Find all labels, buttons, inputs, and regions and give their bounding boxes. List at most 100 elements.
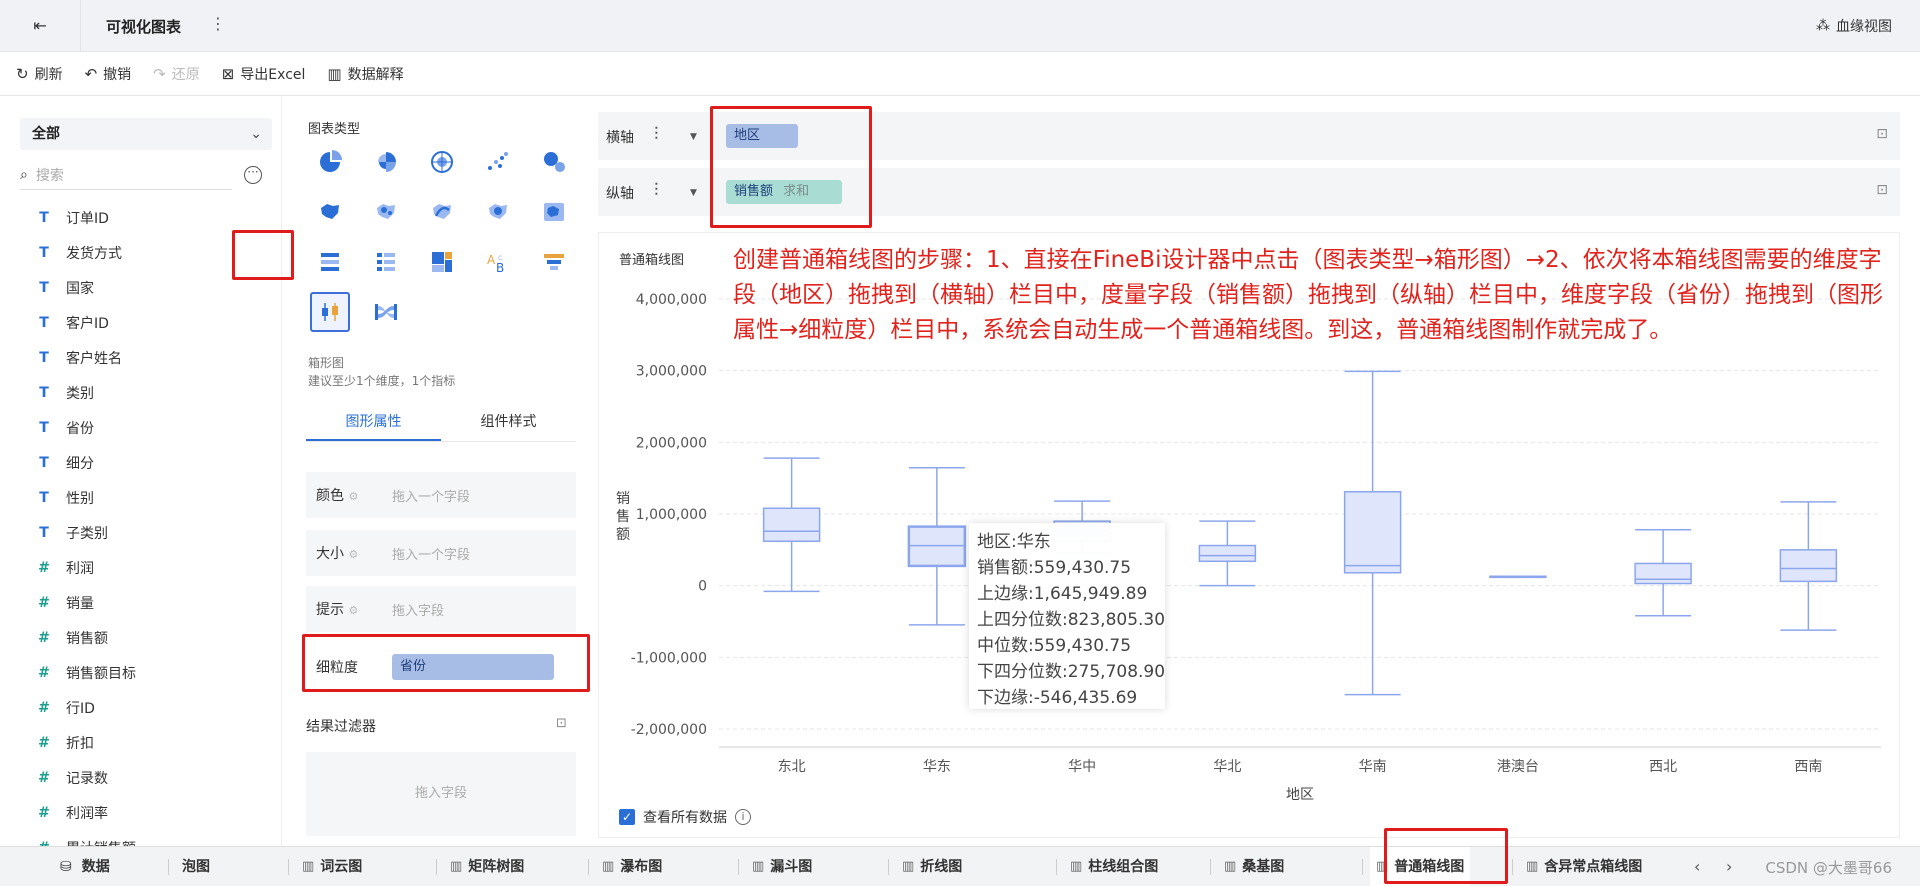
field-item[interactable]: # 利润 <box>36 550 266 585</box>
field-item[interactable]: T 发货方式 <box>36 235 266 270</box>
region-map-icon[interactable] <box>310 192 350 232</box>
lineage-view-button[interactable]: ⁂ 血缘视图 <box>1816 16 1892 36</box>
info-icon[interactable]: i <box>735 809 751 825</box>
chevron-right-icon[interactable]: › <box>1726 847 1732 886</box>
field-item[interactable]: # 利润率 <box>36 795 266 830</box>
caret-down-icon[interactable]: ▼ <box>690 132 697 142</box>
redo-button[interactable]: ↷ 还原 <box>153 64 200 84</box>
search-input[interactable]: ⌕ 搜索 <box>20 160 232 190</box>
heat-map-icon[interactable] <box>478 192 518 232</box>
sheet-tab[interactable]: ▥ 含异常点箱线图 <box>1520 847 1648 886</box>
field-item[interactable]: # 销售额目标 <box>36 655 266 690</box>
export-excel-button[interactable]: ⊠ 导出Excel <box>222 64 306 84</box>
tooltip-drop-zone[interactable]: 拖入字段 <box>392 600 444 619</box>
more-icon[interactable]: ⋮ <box>210 14 226 33</box>
sheet-tab[interactable]: ▥ 普通箱线图 <box>1370 847 1471 886</box>
filter-drop-zone[interactable]: 拖入字段 <box>306 752 576 836</box>
treemap-icon[interactable] <box>422 242 462 282</box>
funnel-chart-icon[interactable] <box>534 242 574 282</box>
word-cloud-icon[interactable]: ABc <box>478 242 518 282</box>
axis-type-icon[interactable]: ⫶ <box>654 124 659 145</box>
tab-graphic-attributes[interactable]: 图形属性 <box>306 402 441 441</box>
tab-component-style[interactable]: 组件样式 <box>441 402 576 441</box>
color-attribute-row[interactable]: 颜色 ⚙ 拖入一个字段 <box>306 472 576 518</box>
view-all-data-toggle[interactable]: ✓ 查看所有数据 i <box>619 807 751 827</box>
field-item[interactable]: T 国家 <box>36 270 266 305</box>
granularity-field-pill[interactable]: 省份 <box>392 654 554 680</box>
field-item[interactable]: T 细分 <box>36 445 266 480</box>
field-item[interactable]: #累计销售额 <box>36 830 266 847</box>
flow-map-icon[interactable] <box>422 192 462 232</box>
size-attribute-row[interactable]: 大小 ⚙ 拖入一个字段 <box>306 530 576 576</box>
bubble-chart-icon[interactable] <box>534 142 574 182</box>
lock-icon[interactable]: ⊡ <box>1876 126 1888 142</box>
x-axis-shelf[interactable]: 横轴 ⫶ ▼ 地区 ⊡ <box>598 112 1900 160</box>
field-item[interactable]: T 客户ID <box>36 305 266 340</box>
field-item[interactable]: T 子类别 <box>36 515 266 550</box>
axis-type-icon[interactable]: ⫶ <box>654 180 659 201</box>
undo-button[interactable]: ↶ 撤销 <box>85 64 132 84</box>
box-plot-icon[interactable] <box>310 292 350 332</box>
radar-chart-icon[interactable] <box>422 142 462 182</box>
sheet-tab[interactable]: ▥ 漏斗图 <box>746 847 818 886</box>
field-name: 销量 <box>66 595 94 612</box>
pie-chart-icon[interactable] <box>310 142 350 182</box>
checkbox-checked-icon[interactable]: ✓ <box>619 809 635 825</box>
tab-divider <box>888 859 889 875</box>
number-field-icon: # <box>38 629 50 646</box>
x-field-pill[interactable]: 地区 <box>726 124 798 148</box>
y-field-pill[interactable]: 销售额 求和 <box>726 180 842 204</box>
gear-icon[interactable]: ⚙ <box>348 490 358 503</box>
tooltip-attribute-row[interactable]: 提示 ⚙ 拖入字段 <box>306 586 576 632</box>
size-drop-zone[interactable]: 拖入一个字段 <box>392 544 470 563</box>
sheet-tab[interactable]: ▥ 桑基图 <box>1218 847 1290 886</box>
sankey-chart-icon[interactable] <box>366 292 406 332</box>
field-item[interactable]: # 记录数 <box>36 760 266 795</box>
sheet-tab[interactable]: ▥ 柱线组合图 <box>1064 847 1164 886</box>
field-item[interactable]: T 类别 <box>36 375 266 410</box>
more-options-icon[interactable]: ··· <box>244 166 262 184</box>
field-item[interactable]: # 行ID <box>36 690 266 725</box>
scope-select[interactable]: 全部 ⌄ <box>20 118 272 150</box>
y-axis-shelf[interactable]: 纵轴 ⫶ ▼ 销售额 求和 ⊡ <box>598 168 1900 216</box>
field-item[interactable]: T 客户姓名 <box>36 340 266 375</box>
caret-down-icon[interactable]: ▼ <box>690 188 697 198</box>
chevron-left-icon[interactable]: ‹ <box>1694 847 1700 886</box>
color-drop-zone[interactable]: 拖入一个字段 <box>392 486 470 505</box>
tooltip-line: 上四分位数:823,805.30 <box>977 610 1166 630</box>
lock-icon[interactable]: ⊡ <box>1876 182 1888 198</box>
refresh-button[interactable]: ↻ 刷新 <box>16 64 63 84</box>
granularity-attribute-row[interactable]: 细粒度 省份 <box>306 644 576 690</box>
data-tab[interactable]: ⛁ 数据 <box>60 847 110 886</box>
tab-divider <box>1210 859 1211 875</box>
sheet-tab[interactable]: ▥ 词云图 <box>296 847 368 886</box>
field-item[interactable]: # 折扣 <box>36 725 266 760</box>
gis-map-icon[interactable] <box>534 192 574 232</box>
detail-table-icon[interactable] <box>366 242 406 282</box>
table-chart-icon[interactable] <box>310 242 350 282</box>
gear-icon[interactable]: ⚙ <box>348 604 358 617</box>
gear-icon[interactable]: ⚙ <box>348 548 358 561</box>
sheet-tab[interactable]: ▥ 瀑布图 <box>596 847 668 886</box>
point-map-icon[interactable] <box>366 192 406 232</box>
rose-chart-icon[interactable] <box>366 142 406 182</box>
exit-icon[interactable]: ⇤ <box>28 14 52 38</box>
sheet-tab[interactable]: ▥ 矩阵树图 <box>444 847 530 886</box>
field-item[interactable]: T 性别 <box>36 480 266 515</box>
y-tick-label: 4,000,000 <box>636 292 707 308</box>
field-item[interactable]: # 销售额 <box>36 620 266 655</box>
sheet-tab[interactable]: 泡图 <box>176 847 216 886</box>
scatter-chart-icon[interactable] <box>478 142 518 182</box>
drag-handle-icon[interactable]: ⋮⋮ <box>280 553 281 571</box>
field-item[interactable]: # 销量 <box>36 585 266 620</box>
lineage-label: 血缘视图 <box>1836 19 1892 35</box>
data-explain-button[interactable]: ▥ 数据解释 <box>327 64 403 84</box>
field-item[interactable]: T 省份 <box>36 410 266 445</box>
y-tick-label: -1,000,000 <box>631 650 707 666</box>
tooltip-line: 地区:华东 <box>977 532 1051 552</box>
y-tick-label: -2,000,000 <box>631 722 707 738</box>
field-item[interactable]: T 订单ID <box>36 200 266 235</box>
sheet-tab[interactable]: ▥ 折线图 <box>896 847 968 886</box>
tooltip-line: 下四分位数:275,708.90 <box>977 662 1166 682</box>
lock-icon[interactable]: ⊡ <box>556 716 567 731</box>
